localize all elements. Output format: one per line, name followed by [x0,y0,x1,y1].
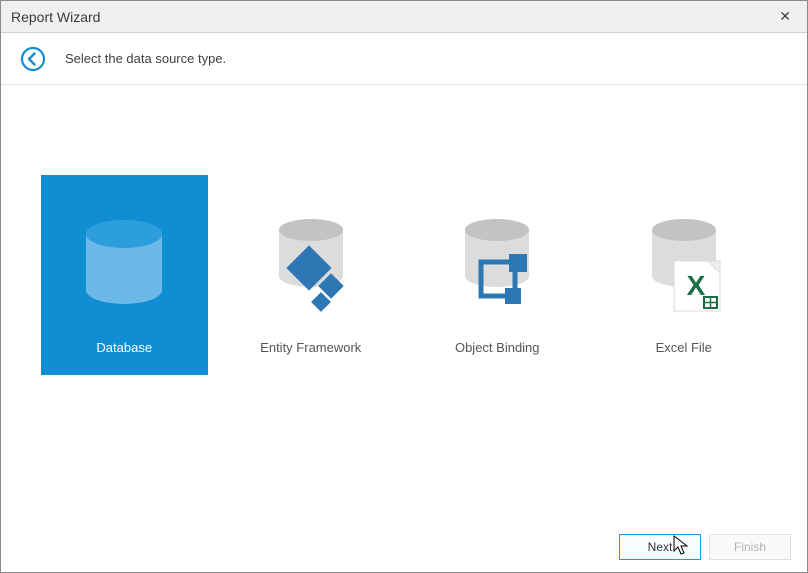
back-arrow-icon [20,46,46,72]
option-label: Object Binding [455,340,540,355]
option-label: Database [96,340,152,355]
footer: Next Finish [1,522,807,572]
subheader: Select the data source type. [1,33,807,85]
object-binding-icon [447,196,547,326]
finish-button-label: Finish [734,540,766,554]
option-object-binding[interactable]: Object Binding [414,175,581,375]
back-button[interactable] [19,45,47,73]
option-database[interactable]: Database [41,175,208,375]
option-label: Excel File [656,340,712,355]
next-button[interactable]: Next [619,534,701,560]
option-excel-file[interactable]: X Excel File [601,175,768,375]
instruction-text: Select the data source type. [65,51,226,66]
window-title: Report Wizard [11,9,100,25]
database-icon [74,196,174,326]
title-bar: Report Wizard ✕ [1,1,807,33]
next-button-label: Next [648,540,673,554]
close-button[interactable]: ✕ [773,6,797,27]
wizard-dialog: Report Wizard ✕ Select the data source t… [0,0,808,573]
svg-text:X: X [686,270,705,301]
option-entity-framework[interactable]: Entity Framework [228,175,395,375]
finish-button: Finish [709,534,791,560]
content-area: Database [1,85,807,522]
entity-framework-icon [261,196,361,326]
option-list: Database [41,175,767,375]
option-label: Entity Framework [260,340,361,355]
excel-file-icon: X [634,196,734,326]
